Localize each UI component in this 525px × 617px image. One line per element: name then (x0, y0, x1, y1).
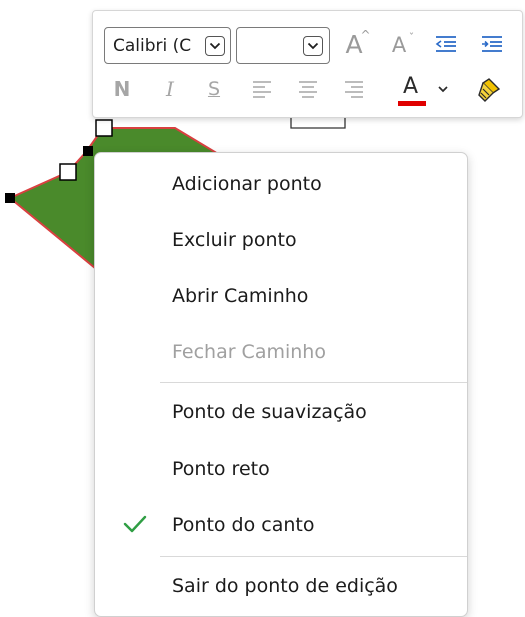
menu-item-corner-point[interactable]: Ponto do canto (95, 501, 467, 549)
strikethrough-icon: S (207, 78, 221, 100)
chevron-down-icon (307, 42, 319, 50)
increase-indent-icon (482, 36, 502, 52)
menu-separator (160, 382, 467, 383)
menu-item-smooth-point[interactable]: Ponto de suavização (95, 388, 467, 436)
menu-item-exit-edit-points[interactable]: Sair do ponto de edição (95, 562, 467, 610)
menu-item-close-path: Fechar Caminho (95, 328, 467, 376)
menu-item-delete-point[interactable]: Excluir ponto (95, 216, 467, 264)
font-color-dropdown-button[interactable] (435, 77, 451, 101)
menu-separator (160, 556, 467, 557)
chevron-down-icon (438, 85, 448, 92)
menu-item-open-path[interactable]: Abrir Caminho (95, 272, 467, 320)
font-name-dropdown-button[interactable] (205, 36, 225, 56)
bold-button[interactable]: N (107, 73, 137, 105)
menu-item-label: Ponto do canto (172, 514, 315, 536)
decrease-font-size-icon: Aˇ (391, 31, 415, 57)
italic-icon: I (166, 77, 174, 101)
font-size-combobox[interactable] (236, 27, 330, 64)
format-painter-icon (478, 78, 501, 102)
increase-font-size-icon: A ^ (345, 27, 371, 59)
font-color-button[interactable]: A (393, 69, 429, 109)
font-name-combobox[interactable]: Calibri (C (104, 27, 231, 64)
increase-indent-button[interactable] (477, 27, 507, 61)
chevron-down-icon (209, 42, 221, 50)
bezier-handle[interactable] (59, 163, 77, 181)
menu-item-add-point[interactable]: Adicionar ponto (95, 160, 467, 208)
menu-item-straight-point[interactable]: Ponto reto (95, 445, 467, 493)
strikethrough-button[interactable]: S (199, 73, 229, 105)
menu-item-label: Adicionar ponto (172, 173, 322, 195)
menu-item-label: Sair do ponto de edição (172, 575, 398, 597)
menu-item-label: Excluir ponto (172, 229, 297, 251)
edit-point-handle[interactable] (5, 193, 15, 203)
decrease-indent-button[interactable] (431, 27, 461, 61)
font-color-icon: A (396, 71, 426, 107)
menu-item-label: Fechar Caminho (172, 341, 326, 363)
font-size-dropdown-button[interactable] (303, 36, 323, 56)
align-center-icon (299, 81, 317, 98)
align-right-icon (345, 81, 363, 98)
font-name-value: Calibri (C (113, 36, 192, 56)
decrease-font-size-button[interactable]: Aˇ (383, 28, 415, 62)
align-left-icon (253, 81, 271, 98)
align-center-button[interactable] (293, 73, 323, 105)
increase-font-size-button[interactable]: A ^ (337, 27, 371, 61)
menu-item-label: Ponto reto (172, 458, 270, 480)
bezier-handle[interactable] (95, 119, 113, 137)
checkmark-icon (123, 515, 147, 533)
italic-button[interactable]: I (155, 73, 185, 105)
edit-points-context-menu: Adicionar ponto Excluir ponto Abrir Cami… (94, 152, 468, 617)
bold-icon: N (113, 77, 131, 101)
align-left-button[interactable] (247, 73, 277, 105)
format-painter-button[interactable] (469, 71, 509, 107)
align-right-button[interactable] (339, 73, 369, 105)
selection-frame-fragment (290, 118, 346, 129)
mini-toolbar: Calibri (C A ^ Aˇ N I S A (92, 10, 523, 118)
decrease-indent-icon (435, 36, 456, 52)
menu-item-label: Ponto de suavização (172, 401, 367, 423)
edit-point-handle[interactable] (83, 146, 93, 156)
menu-item-label: Abrir Caminho (172, 285, 309, 307)
